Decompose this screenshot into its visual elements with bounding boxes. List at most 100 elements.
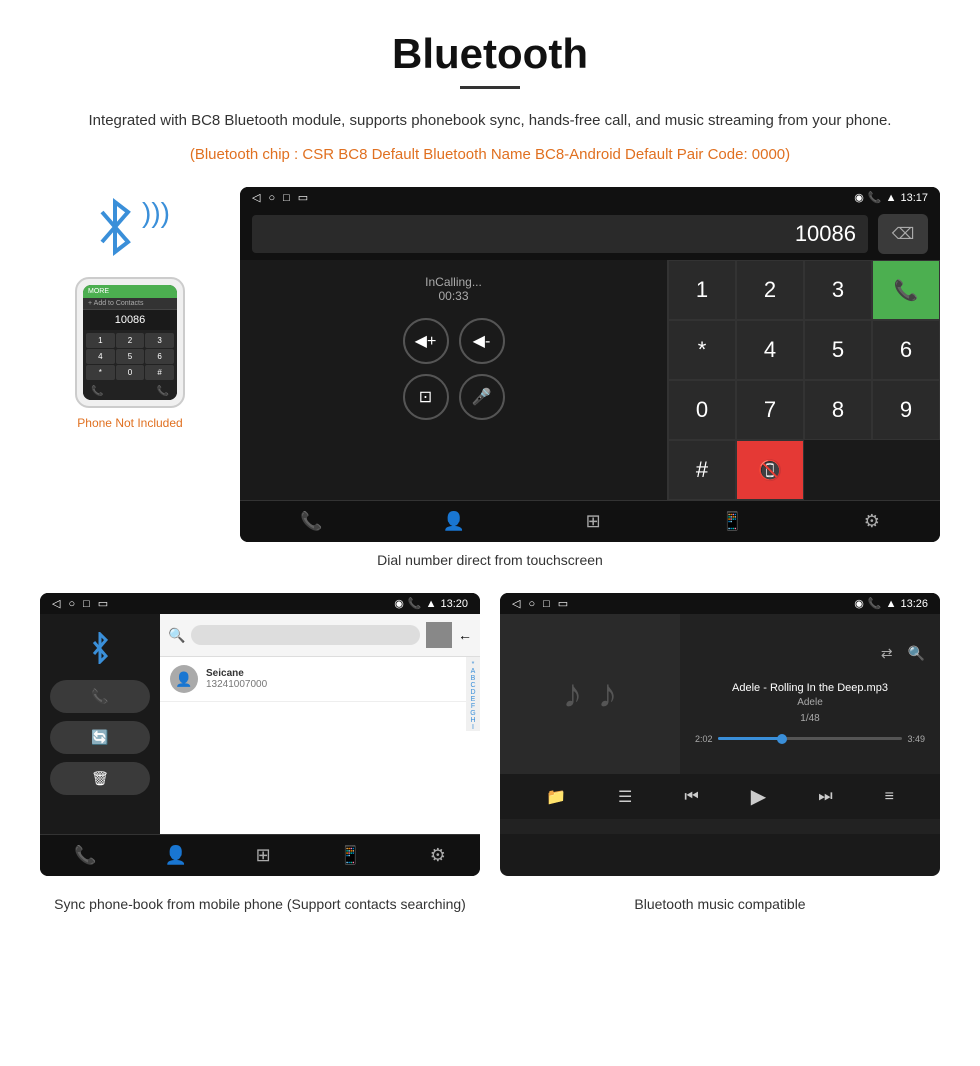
volume-up-button[interactable]: ◀+ [403,318,449,364]
end-call-button[interactable]: 📵 [736,440,804,500]
phone-key-hash[interactable]: # [145,365,174,380]
c-wifi-icon: ▲ [426,598,437,610]
refresh-icon-button[interactable]: 🔄 [50,721,150,754]
dial-status-bar: ◁ ○ □ ▭ ◉ 📞 ▲ 13:17 [240,187,940,208]
numpad-*[interactable]: * [668,320,736,380]
c-nav-ss[interactable]: ▭ [98,597,108,610]
dial-input-bar: 10086 ⌫ [240,208,940,260]
main-section: ))) MORE + Add to Contacts 10086 1 2 3 [40,187,940,542]
c-nav-calls[interactable]: 📞 [74,845,96,866]
progress-bar[interactable] [718,737,903,740]
numpad-8[interactable]: 8 [804,380,872,440]
phone-key-star[interactable]: * [86,365,115,380]
music-status-right: ◉ 📞 ▲ 13:26 [854,597,928,610]
next-track-button[interactable]: ⏭ [818,788,832,806]
numpad-9[interactable]: 9 [872,380,940,440]
time-start: 2:02 [695,734,713,744]
numpad-6[interactable]: 6 [872,320,940,380]
status-right: ◉ 📞 ▲ 13:17 [854,191,928,204]
numpad-#[interactable]: # [668,440,736,500]
prev-track-button[interactable]: ⏮ [684,788,698,806]
phone-key-0[interactable]: 0 [116,365,145,380]
bluetooth-icon-button[interactable] [50,624,150,672]
phone-key-4[interactable]: 4 [86,349,115,364]
m-nav-ss[interactable]: ▭ [558,597,568,610]
answer-call-button[interactable]: 📞 [872,260,940,320]
playlist-icon[interactable]: ☰ [618,787,632,807]
title-divider [460,86,520,89]
volume-down-button[interactable]: ◀- [459,318,505,364]
phone-key-2[interactable]: 2 [116,333,145,348]
c-nav-recent[interactable]: □ [83,598,90,610]
phone-keypad: 1 2 3 4 5 6 * 0 # [83,330,177,383]
transfer-button[interactable]: ⊡ [403,374,449,420]
equalizer-icon[interactable]: ≡ [885,788,894,806]
phone-call-icon[interactable]: 📞 [157,386,169,397]
phone-end-icon[interactable]: 📞 [91,386,103,397]
delete-icon-button[interactable]: 🗑 [50,762,150,795]
nav-screenshot-icon[interactable]: ▭ [298,191,308,204]
bottom-captions: Sync phone-book from mobile phone (Suppo… [40,888,940,912]
delete-key[interactable]: ⌫ [878,214,928,254]
dial-number-display: 10086 [252,215,868,253]
play-pause-button[interactable]: ▶ [751,784,766,809]
contacts-status-bar: ◁ ○ □ ▭ ◉ 📞 ▲ 13:20 [40,593,480,614]
numpad-3[interactable]: 3 [804,260,872,320]
contacts-list: 👤 Seicane 13241007000 [160,657,466,731]
phone-key-5[interactable]: 5 [116,349,145,364]
folder-icon[interactable]: 📁 [546,787,566,807]
c-nav-home[interactable]: ○ [68,598,75,610]
nav-home-icon[interactable]: ○ [268,192,275,204]
progress-bar-container: 2:02 3:49 [695,734,925,744]
phone-icon-button[interactable]: 📞 [50,680,150,713]
search-music-icon[interactable]: 🔍 [908,645,925,662]
m-nav-home[interactable]: ○ [528,598,535,610]
music-controls: 📁 ☰ ⏮ ▶ ⏭ ≡ [500,774,940,819]
c-nav-settings[interactable]: ⚙ [430,845,446,866]
c-nav-profile[interactable]: 👤 [165,845,187,866]
contact-entry-seicane[interactable]: 👤 Seicane 13241007000 [160,657,466,702]
m-wifi-icon: ▲ [886,598,897,610]
music-caption: Bluetooth music compatible [500,896,940,912]
numpad-2[interactable]: 2 [736,260,804,320]
c-nav-device[interactable]: 📱 [339,845,361,866]
numpad-7[interactable]: 7 [736,380,804,440]
c-nav-back[interactable]: ◁ [52,597,60,610]
m-time-display: 13:26 [900,598,928,610]
nav-back-icon[interactable]: ◁ [252,191,260,204]
dial-numpad: 123 * 📞 456 0789 #📵 [667,260,940,500]
m-nav-recent[interactable]: □ [543,598,550,610]
contact-number: 13241007000 [206,679,267,690]
nav-device-icon[interactable]: 📱 [721,511,743,532]
phone-screen: MORE + Add to Contacts 10086 1 2 3 4 5 6… [83,285,177,400]
contacts-sidebar: 📞 🔄 🗑 [40,614,160,834]
c-time-display: 13:20 [440,598,468,610]
nav-calls-icon[interactable]: 📞 [300,511,322,532]
nav-dial-icon[interactable]: ⊞ [586,511,601,532]
m-nav-back[interactable]: ◁ [512,597,520,610]
numpad-0[interactable]: 0 [668,380,736,440]
numpad-1[interactable]: 1 [668,260,736,320]
contacts-layout: 📞 🔄 🗑 🔍 ← 👤 Seicane [40,614,480,834]
nav-recent-icon[interactable]: □ [283,192,290,204]
phone-key-1[interactable]: 1 [86,333,115,348]
dial-controls: ◀+ ◀- ⊡ 🎤 [403,318,505,420]
shuffle-icon[interactable]: ⇄ [881,645,893,662]
numpad-5[interactable]: 5 [804,320,872,380]
nav-contacts-icon[interactable]: 👤 [443,511,465,532]
wifi-icon: ▲ [886,192,897,204]
search-input-mock[interactable] [191,625,420,645]
status-left: ◁ ○ □ ▭ [252,191,308,204]
numpad-4[interactable]: 4 [736,320,804,380]
bt-sidebar-icon [88,632,112,664]
phone-side: ))) MORE + Add to Contacts 10086 1 2 3 [40,187,220,430]
phone-top-bar: MORE [83,285,177,298]
c-nav-grid[interactable]: ⊞ [256,845,271,866]
nav-settings-icon[interactable]: ⚙ [864,511,880,532]
back-arrow-icon[interactable]: ← [458,627,472,643]
phone-key-3[interactable]: 3 [145,333,174,348]
contacts-search-bar: 🔍 ← [160,614,480,657]
phone-key-6[interactable]: 6 [145,349,174,364]
mic-button[interactable]: 🎤 [459,374,505,420]
dial-area: InCalling... 00:33 ◀+ ◀- ⊡ 🎤 123*📞456078… [240,260,940,500]
